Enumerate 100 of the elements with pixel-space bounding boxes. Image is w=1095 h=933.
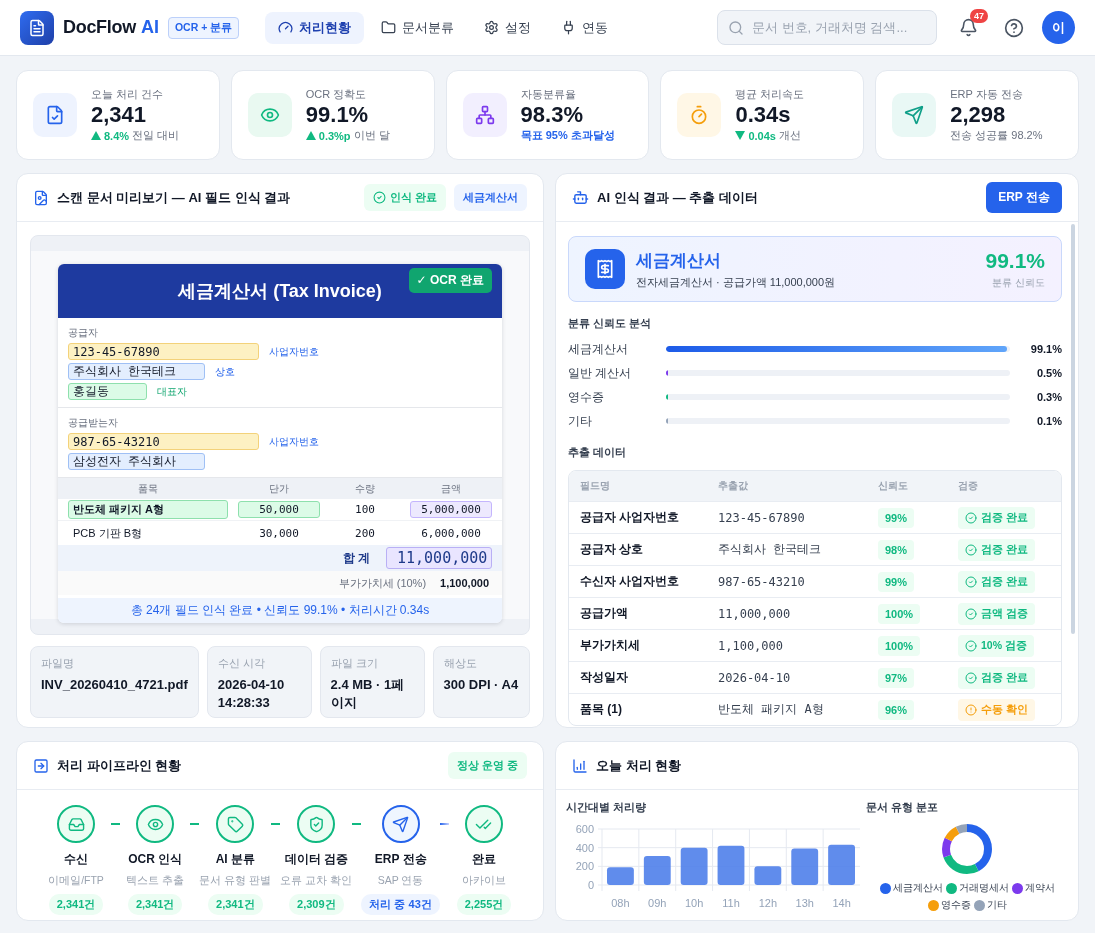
party-label: 공급자: [68, 326, 99, 340]
nav-tab[interactable]: 문서분류: [368, 11, 468, 44]
notifications-button[interactable]: [959, 18, 978, 37]
score-label: 분류 신뢰도: [991, 275, 1045, 290]
step-detail: SAP 연동: [377, 874, 424, 888]
verification-badge: 검증 완료: [958, 570, 1035, 593]
confidence-badge: 100%: [878, 603, 921, 624]
file-check-icon: [45, 105, 65, 125]
confidence-badge: 100%: [878, 635, 921, 656]
user-avatar[interactable]: 이: [1042, 11, 1075, 44]
bar-chart-icon: [572, 757, 588, 774]
field-tag: 상호: [215, 364, 236, 379]
confidence-badge: 99%: [878, 507, 915, 528]
image-file-icon: [33, 189, 49, 206]
stat-label: 평균 처리속도: [735, 86, 805, 102]
section-title: 분류 신뢰도 분석: [568, 316, 653, 331]
recognition-summary: 총 24개 필드 인식 완료 • 신뢰도 99.1% • 처리시간 0.34s: [58, 598, 502, 623]
help-button[interactable]: [1004, 17, 1024, 38]
document-type: 세금계산서: [636, 249, 722, 272]
stat-note: 개선: [778, 128, 801, 144]
stat-value: 0.34s: [735, 101, 792, 129]
step-name: 데이터 검증: [284, 851, 348, 868]
total-value: 11,000,000: [386, 547, 492, 569]
field-name: 공급자 상호: [580, 541, 645, 558]
confidence-badge: 97%: [878, 667, 915, 688]
table-cell-text: 30,000: [258, 525, 300, 542]
column-header: 단가: [268, 481, 290, 496]
info-label: 해상도: [443, 656, 478, 671]
nav-tab[interactable]: 연동: [548, 11, 622, 44]
class-label: 세금계산서: [568, 340, 629, 358]
axis-label: 0: [587, 879, 594, 891]
section-title: 추출 데이터: [568, 445, 628, 460]
step-name: 완료: [472, 851, 496, 868]
help-icon: [1004, 17, 1024, 38]
stat-delta: 0.04s: [748, 129, 776, 142]
confidence-badge: 99%: [878, 571, 915, 592]
tag-icon: [226, 815, 244, 833]
verification-badge: 10% 검증: [958, 634, 1034, 657]
ocr-stamp: ✓ OCR 완료: [408, 268, 492, 293]
stat-note: 전송 성공률 98.2%: [950, 128, 1043, 144]
search-field[interactable]: 문서 번호, 거래처명 검색...: [717, 10, 937, 45]
check-circle-icon: [372, 191, 386, 204]
eye-icon: [259, 105, 280, 125]
step-name: OCR 인식: [128, 851, 183, 868]
party-label: 공급받는자: [68, 416, 119, 430]
check-circle-icon: [965, 639, 977, 652]
stat-delta: 0.3%p: [318, 129, 351, 142]
receipt-icon: [595, 259, 615, 279]
class-label: 영수증: [568, 388, 605, 406]
field-value: 반도체 패키지 A형: [718, 701, 825, 718]
recognized-field: 삼성전자 주식회사: [68, 453, 206, 470]
axis-label: 10h: [684, 897, 704, 909]
step-detail: 아카이브: [462, 874, 506, 888]
field-name: 부가가치세: [580, 637, 641, 654]
stat-label: ERP 자동 전송: [950, 86, 1024, 102]
chart-title: 문서 유형 분포: [866, 800, 939, 815]
field-tag: 대표자: [157, 384, 187, 399]
info-value: 2.4 MB · 1페이지: [330, 676, 406, 713]
paper-plane-icon: [904, 105, 925, 125]
axis-label: 12h: [758, 897, 778, 909]
product-badge: OCR + 분류: [167, 16, 240, 39]
axis-label: 09h: [648, 897, 667, 909]
step-name: ERP 전송: [374, 851, 427, 868]
column-header: 금액: [440, 481, 462, 496]
check-circle-icon: [965, 511, 977, 524]
class-label: 기타: [568, 412, 593, 430]
column-header: 필드명: [580, 479, 611, 493]
stat-label: 자동분류율: [520, 86, 577, 102]
info-label: 파일 크기: [330, 656, 379, 671]
total-label: 합 계: [342, 549, 370, 567]
stat-value: 98.3%: [520, 101, 584, 129]
paper-plane-icon: [392, 815, 410, 833]
field-name: 수신자 사업자번호: [580, 573, 681, 590]
step-count: 2,341건: [48, 894, 104, 915]
legend-label: 계약서: [1024, 881, 1055, 895]
check-circle-icon: [965, 671, 977, 684]
axis-label: 400: [575, 841, 594, 854]
recognized-field: 123-45-67890: [68, 343, 259, 360]
field-value: 11,000,000: [718, 606, 792, 621]
step-count: 2,341건: [127, 894, 183, 915]
brand-name: DocFlow: [63, 17, 136, 38]
erp-send-button[interactable]: ERP 전송: [986, 182, 1062, 213]
field-name: 공급가액: [580, 605, 629, 622]
table-cell: 50,000: [238, 501, 320, 518]
nav-tab[interactable]: 설정: [471, 11, 545, 44]
info-label: 파일명: [41, 656, 75, 671]
scrollbar[interactable]: [1071, 224, 1075, 634]
confidence-badge: 98%: [878, 539, 915, 560]
step-detail: 오류 교차 확인: [280, 874, 353, 888]
chart-bar: [754, 866, 782, 885]
verification-badge: 수동 확인: [958, 698, 1035, 721]
chart-bar: [680, 847, 708, 885]
nav-tab[interactable]: 처리현황: [265, 11, 365, 44]
field-value: 주식회사 한국테크: [718, 541, 823, 558]
step-detail: 이메일/FTP: [48, 874, 104, 888]
axis-label: 200: [575, 860, 594, 873]
stat-value: 99.1%: [305, 101, 370, 129]
app-logo[interactable]: [20, 10, 54, 45]
chart-bar: [607, 867, 634, 885]
bell-icon: [959, 18, 978, 37]
